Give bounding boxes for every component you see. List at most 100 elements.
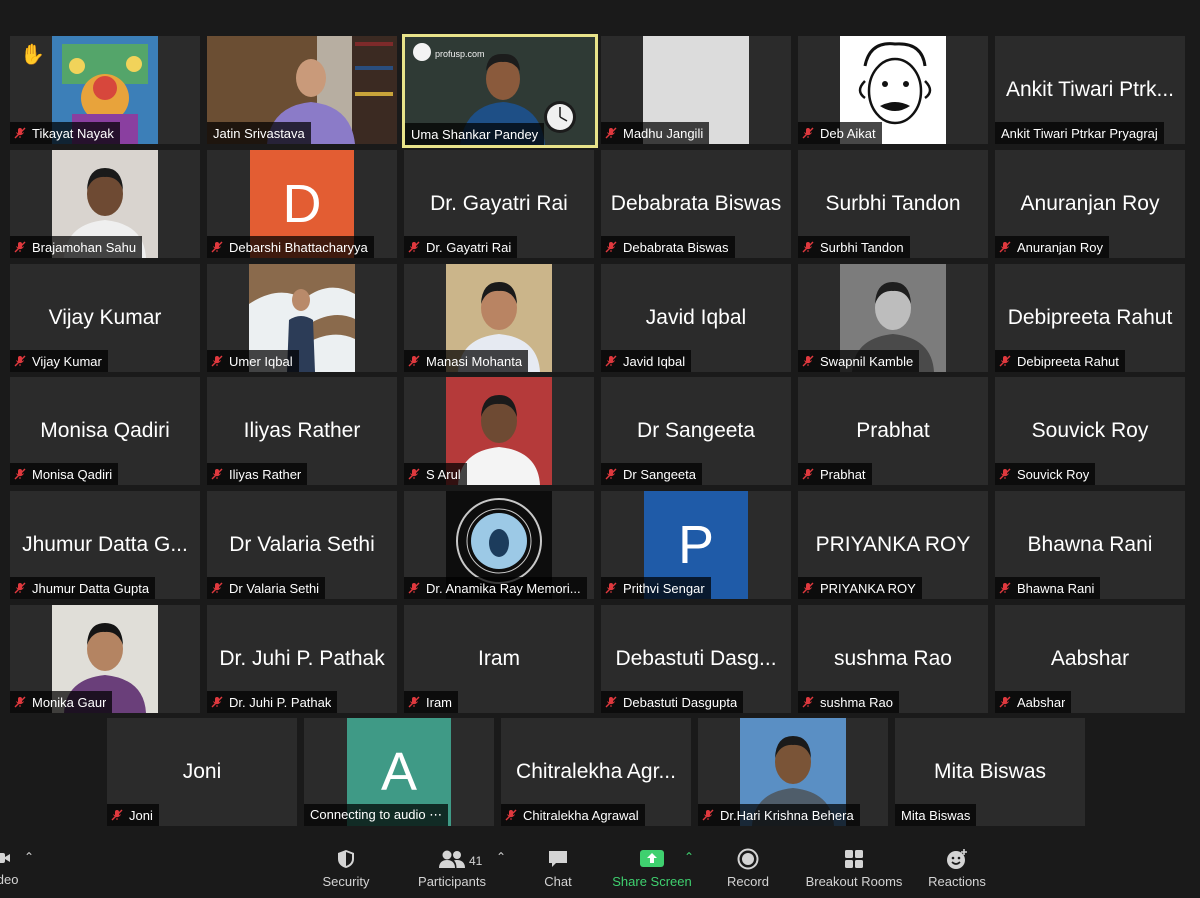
participant-tile-bhawna-rani[interactable]: Bhawna Rani Bhawna Rani: [995, 491, 1185, 599]
participant-name: Vijay Kumar: [32, 353, 102, 369]
participant-name-tag: Dr.Hari Krishna Behera: [698, 804, 860, 826]
muted-microphone-icon: [999, 468, 1011, 480]
participant-tile-jatin-srivastava[interactable]: Jatin Srivastava: [207, 36, 397, 144]
participant-tile-monika-gaur[interactable]: Monika Gaur: [10, 605, 200, 713]
raised-hand-icon: ✋: [20, 44, 45, 66]
participant-tile-manasi-mohanta[interactable]: Manasi Mohanta: [404, 264, 594, 372]
participant-name-tag: Umer Iqbal: [207, 350, 299, 372]
participant-display-name: Surbhi Tandon: [825, 192, 961, 215]
participant-name-tag: Deb Aikat: [798, 122, 882, 144]
participant-tile-sushma-rao[interactable]: sushma Rao sushma Rao: [798, 605, 988, 713]
participant-name-tag: Uma Shankar Pandey: [405, 123, 545, 145]
participant-name: Umer Iqbal: [229, 353, 293, 369]
meeting-toolbar: Video ⌃ Security Participants 41 ⌃ Chat …: [0, 840, 1200, 898]
participant-tile-dr-gayatri-rai[interactable]: Dr. Gayatri Rai Dr. Gayatri Rai: [404, 150, 594, 258]
participant-tile-vijay-kumar[interactable]: Vijay Kumar Vijay Kumar: [10, 264, 200, 372]
participant-tile-anuranjan-roy[interactable]: Anuranjan Roy Anuranjan Roy: [995, 150, 1185, 258]
participant-tile-tikayat-nayak[interactable]: ✋ Tikayat Nayak: [10, 36, 200, 144]
muted-microphone-icon: [408, 355, 420, 367]
participant-tile-dr-valaria-sethi[interactable]: Dr Valaria Sethi Dr Valaria Sethi: [207, 491, 397, 599]
participant-tile-aabshar[interactable]: Aabshar Aabshar: [995, 605, 1185, 713]
video-options-chevron-icon[interactable]: ⌃: [24, 850, 34, 864]
participant-display-name: Dr Valaria Sethi: [229, 533, 375, 556]
participant-display-name: Dr Sangeeta: [637, 419, 755, 442]
participant-name-tag: Dr. Anamika Ray Memori...: [404, 577, 587, 599]
participant-tile-monisa-qadiri[interactable]: Monisa Qadiri Monisa Qadiri: [10, 377, 200, 485]
breakout-rooms-button[interactable]: Breakout Rooms: [794, 846, 914, 896]
muted-microphone-icon: [999, 241, 1011, 253]
muted-microphone-icon: [14, 582, 26, 594]
participant-tile-debipreeta-rahut[interactable]: Debipreeta Rahut Debipreeta Rahut: [995, 264, 1185, 372]
participant-name: sushma Rao: [820, 694, 893, 710]
participant-tile-chitralekha-agrawal[interactable]: Chitralekha Agr... Chitralekha Agrawal: [501, 718, 691, 826]
participant-tile-debabrata-biswas[interactable]: Debabrata Biswas Debabrata Biswas: [601, 150, 791, 258]
participant-tile-connecting-to-audio[interactable]: A Connecting to audio ⋯: [304, 718, 494, 826]
participant-tile-souvick-roy[interactable]: Souvick Roy Souvick Roy: [995, 377, 1185, 485]
participant-tile-brajamohan-sahu[interactable]: Brajamohan Sahu: [10, 150, 200, 258]
participant-tile-jhumur-datta-gupta[interactable]: Jhumur Datta G... Jhumur Datta Gupta: [10, 491, 200, 599]
participant-name: Bhawna Rani: [1017, 580, 1095, 596]
participant-tile-joni[interactable]: Joni Joni: [107, 718, 297, 826]
participant-tile-iliyas-rather[interactable]: Iliyas Rather Iliyas Rather: [207, 377, 397, 485]
participant-name: Debarshi Bhattacharyya: [229, 239, 368, 255]
breakout-rooms-label: Breakout Rooms: [805, 874, 903, 889]
participant-display-name: Chitralekha Agr...: [516, 760, 676, 783]
participant-name: Prithvi Sengar: [623, 580, 705, 596]
participant-name: Dr. Juhi P. Pathak: [229, 694, 332, 710]
participant-name: Debastuti Dasgupta: [623, 694, 738, 710]
participant-display-name: Souvick Roy: [1031, 419, 1149, 442]
participant-tile-surbhi-tandon[interactable]: Surbhi Tandon Surbhi Tandon: [798, 150, 988, 258]
security-button[interactable]: Security: [286, 846, 406, 896]
participant-tile-debastuti-dasgupta[interactable]: Debastuti Dasg... Debastuti Dasgupta: [601, 605, 791, 713]
participant-tile-prabhat[interactable]: Prabhat Prabhat: [798, 377, 988, 485]
participant-name: Aabshar: [1017, 694, 1066, 710]
reactions-button[interactable]: Reactions: [897, 846, 1017, 896]
muted-microphone-icon: [111, 809, 123, 821]
participant-tile-iram[interactable]: Iram Iram: [404, 605, 594, 713]
participant-tile-dr-anamika-ray-memori[interactable]: Dr. Anamika Ray Memori...: [404, 491, 594, 599]
participant-tile-javid-iqbal[interactable]: Javid Iqbal Javid Iqbal: [601, 264, 791, 372]
participant-tile-dr-sangeeta[interactable]: Dr Sangeeta Dr Sangeeta: [601, 377, 791, 485]
participant-name-tag: Brajamohan Sahu: [10, 236, 143, 258]
participant-tile-dr-hari-krishna-behera[interactable]: Dr.Hari Krishna Behera: [698, 718, 888, 826]
muted-microphone-icon: [802, 127, 814, 139]
record-button[interactable]: Record: [688, 846, 808, 896]
participant-display-name: Vijay Kumar: [48, 306, 162, 329]
muted-microphone-icon: [605, 582, 617, 594]
breakout-rooms-icon: [845, 850, 863, 868]
participant-tile-s-arul[interactable]: S Arul: [404, 377, 594, 485]
participant-name-tag: Souvick Roy: [995, 463, 1096, 485]
participant-display-name: PRIYANKA ROY: [815, 533, 971, 556]
participant-tile-mita-biswas[interactable]: Mita Biswas Mita Biswas: [895, 718, 1085, 826]
participant-tile-priyanka-roy[interactable]: PRIYANKA ROY PRIYANKA ROY: [798, 491, 988, 599]
participant-name-tag: Dr Valaria Sethi: [207, 577, 326, 599]
participant-tile-uma-shankar-pandey[interactable]: profusp.com Uma Shankar Pandey: [402, 34, 598, 148]
participant-tile-swapnil-kamble[interactable]: Swapnil Kamble: [798, 264, 988, 372]
participants-button[interactable]: Participants: [392, 846, 512, 896]
participant-name-tag: sushma Rao: [798, 691, 899, 713]
participant-display-name: Aabshar: [1050, 647, 1130, 670]
participant-display-name: Javid Iqbal: [645, 306, 747, 329]
muted-microphone-icon: [505, 809, 517, 821]
participant-name: Chitralekha Agrawal: [523, 807, 639, 823]
participant-tile-prithvi-sengar[interactable]: P Prithvi Sengar: [601, 491, 791, 599]
share-screen-icon: [640, 850, 664, 867]
shield-icon: [338, 850, 354, 868]
participant-display-name: Prabhat: [856, 419, 930, 442]
participant-tile-debarshi-bhattacharyya[interactable]: D Debarshi Bhattacharyya: [207, 150, 397, 258]
participant-name-tag: Surbhi Tandon: [798, 236, 910, 258]
participant-tile-umer-iqbal[interactable]: Umer Iqbal: [207, 264, 397, 372]
participant-tile-madhu-jangili[interactable]: Madhu Jangili: [601, 36, 791, 144]
participant-name: Jatin Srivastava: [213, 125, 305, 141]
muted-microphone-icon: [802, 241, 814, 253]
participant-tile-ankit-tiwari-ptrkar-pryagraj[interactable]: Ankit Tiwari Ptrk... Ankit Tiwari Ptrkar …: [995, 36, 1185, 144]
muted-microphone-icon: [14, 468, 26, 480]
participant-tile-dr-juhi-p-pathak[interactable]: Dr. Juhi P. Pathak Dr. Juhi P. Pathak: [207, 605, 397, 713]
participant-name: Dr Sangeeta: [623, 466, 696, 482]
participant-name-tag: Debarshi Bhattacharyya: [207, 236, 374, 258]
record-label: Record: [727, 874, 769, 889]
participant-display-name: Debabrata Biswas: [610, 192, 782, 215]
participant-tile-deb-aikat[interactable]: Deb Aikat: [798, 36, 988, 144]
participant-name-tag: Prabhat: [798, 463, 872, 485]
participant-name: Debabrata Biswas: [623, 239, 729, 255]
